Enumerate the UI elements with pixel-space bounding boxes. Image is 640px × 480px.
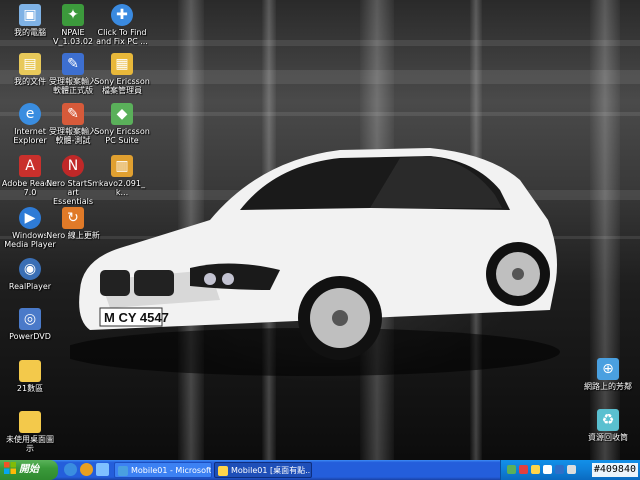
task-label: Mobile01 [桌面有點...: [231, 466, 312, 475]
icon-label: Sony Ericsson 檔案管理員: [94, 77, 150, 95]
icon-label: 21數區: [16, 384, 44, 393]
icon-label: 網路上的芳鄰: [584, 382, 632, 391]
network-places-icon: ⊕: [597, 358, 619, 380]
desktop-icon-unused-desktop-icons[interactable]: 未使用桌面圖 示: [1, 411, 59, 453]
start-button[interactable]: 開始: [0, 460, 58, 480]
desktop-icon-recycle-bin[interactable]: ♻ 資源回收筒: [579, 409, 637, 442]
desktop-icon-kavo-archive[interactable]: ▥ kavo2.091_k...: [93, 155, 151, 197]
recycle-bin-icon: ♻: [597, 409, 619, 431]
taskbar-task-mobile01-desktop[interactable]: Mobile01 [桌面有點...: [214, 462, 312, 478]
my-computer-icon: ▣: [19, 4, 41, 26]
npaie-icon: ✦: [62, 4, 84, 26]
nero-update-icon: ↻: [62, 207, 84, 229]
desktop: M CY 4547 ▣ 我的電腦 ▤ 我的文件 e Internet Explo…: [0, 0, 640, 460]
window-icon: [218, 466, 228, 476]
my-documents-icon: ▤: [19, 53, 41, 75]
icon-label: 資源回收筒: [588, 433, 628, 442]
tray-volume-icon[interactable]: [567, 465, 576, 474]
tray-app-icon[interactable]: [543, 465, 552, 474]
task-label: Mobile01 - Microsoft I...: [131, 466, 212, 475]
powerdvd-icon: ◎: [19, 308, 41, 330]
fix-pc-icon: ✚: [111, 4, 133, 26]
desktop-icon-21-folder[interactable]: 21數區: [1, 360, 59, 393]
icon-label: RealPlayer: [8, 282, 52, 291]
system-tray: #409840: [500, 460, 640, 480]
desktop-icon-realplayer[interactable]: ◉ RealPlayer: [1, 258, 59, 291]
quicklaunch-media-player-icon[interactable]: [80, 463, 93, 476]
icon-label: kavo2.091_k...: [99, 179, 145, 197]
folder-icon: [19, 360, 41, 382]
icon-label: Nero 線上更新: [46, 231, 100, 240]
archive-icon: ▥: [111, 155, 133, 177]
taskbar-task-mobile01-ie[interactable]: Mobile01 - Microsoft I...: [114, 462, 212, 478]
desktop-icon-nero-update[interactable]: ↻ Nero 線上更新: [44, 207, 102, 240]
sony-ericsson-file-icon: ▦: [111, 53, 133, 75]
media-player-icon: ▶: [19, 207, 41, 229]
realplayer-icon: ◉: [19, 258, 41, 280]
tray-app-icon[interactable]: [507, 465, 516, 474]
quicklaunch-show-desktop-icon[interactable]: [96, 463, 109, 476]
window-icon: [118, 466, 128, 476]
report-software-icon: ✎: [62, 53, 84, 75]
icon-label: Sony Ericsson PC Suite: [94, 127, 150, 145]
license-plate: M CY 4547: [104, 310, 169, 325]
report-test-icon: ✎: [62, 103, 84, 125]
desktop-icon-sony-ericsson-file[interactable]: ▦ Sony Ericsson 檔案管理員: [93, 53, 151, 95]
windows-logo-icon: [4, 462, 16, 474]
icon-label: Click To Find and Fix PC ...: [96, 28, 148, 46]
internet-explorer-icon: e: [19, 103, 41, 125]
quicklaunch-ie-icon[interactable]: [64, 463, 77, 476]
desktop-icon-fix-pc[interactable]: ✚ Click To Find and Fix PC ...: [93, 4, 151, 46]
desktop-icon-sony-ericsson-suite[interactable]: ◆ Sony Ericsson PC Suite: [93, 103, 151, 145]
desktop-icon-network-places[interactable]: ⊕ 網路上的芳鄰: [579, 358, 637, 391]
folder-icon: [19, 411, 41, 433]
tray-network-icon[interactable]: [555, 465, 564, 474]
tray-app-icon[interactable]: [519, 465, 528, 474]
start-label: 開始: [19, 464, 39, 475]
taskbar: 開始 Mobile01 - Microsoft I... Mobile01 [桌…: [0, 460, 640, 480]
icon-label: PowerDVD: [9, 332, 51, 341]
adobe-reader-icon: A: [19, 155, 41, 177]
sony-ericsson-suite-icon: ◆: [111, 103, 133, 125]
nero-icon: N: [62, 155, 84, 177]
tray-app-icon[interactable]: [531, 465, 540, 474]
desktop-icon-powerdvd[interactable]: ◎ PowerDVD: [1, 308, 59, 341]
clock[interactable]: #409840: [591, 463, 638, 477]
icon-label: 未使用桌面圖 示: [6, 435, 54, 453]
